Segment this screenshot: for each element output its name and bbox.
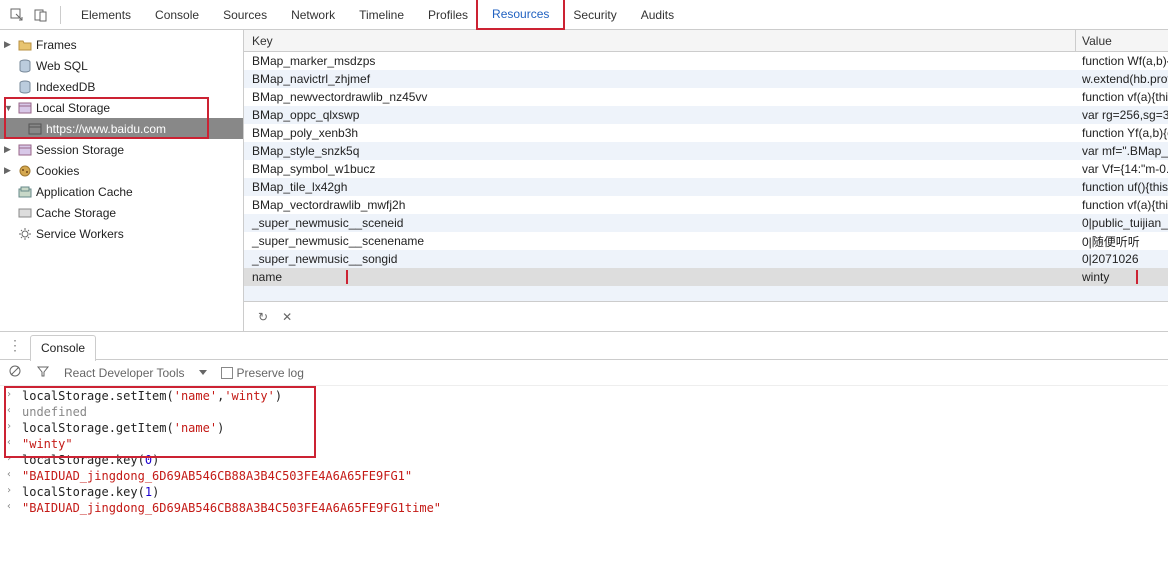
console-line[interactable]: ›localStorage.key(1) [0,484,1168,500]
table-row[interactable]: BMap_oppc_qlxswpvar rg=256,sg=3 [244,106,1168,124]
device-icon[interactable] [30,4,52,26]
table-row[interactable]: _super_newmusic__scenename0|随便听听 [244,232,1168,250]
table-row[interactable]: BMap_navictrl_zhjmefw.extend(hb.prot [244,70,1168,88]
console-line[interactable]: ›localStorage.setItem('name','winty') [0,388,1168,404]
tab-security[interactable]: Security [561,0,628,30]
table-row[interactable]: BMap_poly_xenb3hfunction Yf(a,b){e [244,124,1168,142]
console-line[interactable]: ‹"BAIDUAD_jingdong_6D69AB546CB88A3B4C503… [0,500,1168,516]
console-line[interactable]: ›localStorage.getItem('name') [0,420,1168,436]
storage-header: Key Value [244,30,1168,52]
console-line[interactable]: ‹undefined [0,404,1168,420]
console-line[interactable]: ‹"winty" [0,436,1168,452]
sidebar-session-storage[interactable]: ▶Session Storage [0,139,243,160]
console-tab[interactable]: Console [30,335,96,361]
sidebar-web-sql[interactable]: Web SQL [0,55,243,76]
folder-icon [18,38,32,52]
tab-console[interactable]: Console [143,0,211,30]
tab-network[interactable]: Network [279,0,347,30]
drawer-tabbar: ⋮ Console [0,332,1168,360]
tab-timeline[interactable]: Timeline [347,0,416,30]
inspect-icon[interactable] [6,4,28,26]
table-row[interactable]: BMap_style_snzk5qvar mf=".BMap_n [244,142,1168,160]
sidebar-cache-storage[interactable]: Cache Storage [0,202,243,223]
sidebar-frames[interactable]: ▶Frames [0,34,243,55]
console-line[interactable]: ‹"BAIDUAD_jingdong_6D69AB546CB88A3B4C503… [0,468,1168,484]
tab-elements[interactable]: Elements [69,0,143,30]
sidebar-local-storage[interactable]: ▼Local Storage [0,97,243,118]
sidebar-cookies[interactable]: ▶Cookies [0,160,243,181]
table-row [244,286,1168,301]
sidebar-indexeddb[interactable]: IndexedDB [0,76,243,97]
tab-audits[interactable]: Audits [629,0,686,30]
console-output: ›localStorage.setItem('name','winty')‹un… [0,386,1168,518]
resources-sidebar: ▶FramesWeb SQLIndexedDB▼Local Storagehtt… [0,30,244,331]
table-row[interactable]: BMap_vectordrawlib_mwfj2hfunction vf(a){… [244,196,1168,214]
table-row[interactable]: BMap_tile_lx42ghfunction uf(){this [244,178,1168,196]
appcache-icon [18,185,32,199]
db-icon [18,80,32,94]
sidebar-application-cache[interactable]: Application Cache [0,181,243,202]
storage-rows: BMap_marker_msdzpsfunction Wf(a,b){BMap_… [244,52,1168,301]
console-line[interactable]: ›localStorage.key(0) [0,452,1168,468]
db-icon [18,59,32,73]
context-select[interactable]: React Developer Tools [64,366,185,380]
console-toolbar: React Developer Tools Preserve log [0,360,1168,386]
sidebar-service-workers[interactable]: Service Workers [0,223,243,244]
table-row[interactable]: BMap_marker_msdzpsfunction Wf(a,b){ [244,52,1168,70]
tab-resources[interactable]: Resources [480,0,561,30]
devtools-tabbar: ElementsConsoleSourcesNetworkTimelinePro… [0,0,1168,30]
main-panel: ▶FramesWeb SQLIndexedDB▼Local Storagehtt… [0,30,1168,332]
table-row[interactable]: namewinty [244,268,1168,286]
header-value[interactable]: Value [1076,30,1168,51]
delete-icon[interactable]: ✕ [282,310,292,324]
tab-sources[interactable]: Sources [211,0,279,30]
storage-icon [18,101,32,115]
cache-icon [18,206,32,220]
cookie-icon [18,164,32,178]
origin-icon [28,122,42,136]
drawer-menu-icon[interactable]: ⋮ [8,337,22,354]
table-row[interactable]: _super_newmusic__sceneid0|public_tuijian… [244,214,1168,232]
refresh-icon[interactable]: ↻ [258,310,268,324]
sidebar-origin[interactable]: https://www.baidu.com [0,118,243,139]
tab-profiles[interactable]: Profiles [416,0,480,30]
table-row[interactable]: _super_newmusic__songid0|2071026 [244,250,1168,268]
header-key[interactable]: Key [244,30,1076,51]
gear-icon [18,227,32,241]
storage-icon [18,143,32,157]
storage-footer: ↻ ✕ [244,301,1168,331]
storage-panel: Key Value BMap_marker_msdzpsfunction Wf(… [244,30,1168,331]
dropdown-icon[interactable] [199,370,207,375]
filter-icon[interactable] [36,364,50,381]
divider [60,6,61,24]
preserve-log-checkbox[interactable]: Preserve log [221,366,304,380]
table-row[interactable]: BMap_symbol_w1buczvar Vf={14:"m-0. [244,160,1168,178]
clear-console-icon[interactable] [8,364,22,381]
table-row[interactable]: BMap_newvectordrawlib_nz45vvfunction vf(… [244,88,1168,106]
